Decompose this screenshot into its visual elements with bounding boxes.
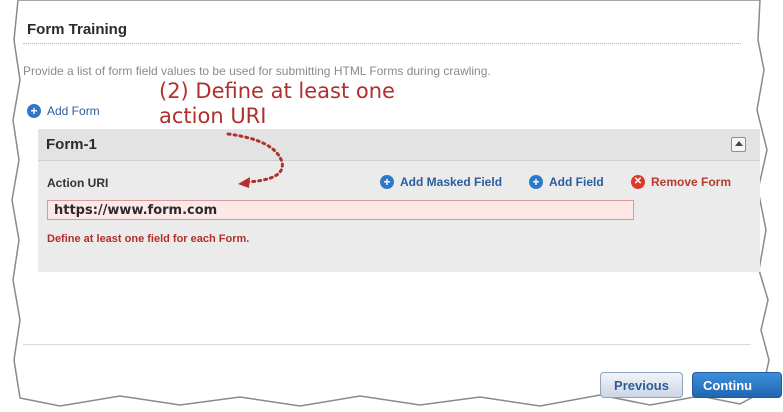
validation-error: Define at least one field for each Form. [47, 233, 250, 245]
remove-form-link[interactable]: ✕ Remove Form [631, 175, 731, 189]
plus-circle-icon: + [27, 104, 41, 118]
add-masked-field-label: Add Masked Field [400, 175, 503, 189]
remove-form-label: Remove Form [651, 175, 732, 189]
form-header: Form-1 [38, 129, 760, 161]
annotation-callout: (2) Define at least one action URI [159, 79, 395, 128]
continue-button[interactable]: Continu [692, 372, 782, 398]
plus-circle-icon: + [380, 175, 394, 189]
form-panel: Form-1 Action URI + Add Masked Field + A… [38, 129, 760, 272]
add-masked-field-link[interactable]: + Add Masked Field [380, 175, 502, 189]
section-title: Form Training [27, 21, 128, 38]
form-name: Form-1 [46, 136, 97, 153]
action-uri-label: Action URI [47, 176, 109, 190]
x-circle-icon: ✕ [631, 175, 645, 189]
collapse-up-icon[interactable] [731, 137, 746, 152]
add-form-label: Add Form [47, 104, 100, 118]
previous-button[interactable]: Previous [600, 372, 683, 398]
add-field-label: Add Field [549, 175, 604, 189]
footer-divider [23, 344, 751, 345]
add-form-link[interactable]: + Add Form [27, 104, 100, 118]
title-divider [23, 43, 741, 44]
section-description: Provide a list of form field values to b… [23, 64, 491, 78]
action-uri-input[interactable] [47, 200, 634, 220]
plus-circle-icon: + [529, 175, 543, 189]
add-field-link[interactable]: + Add Field [529, 175, 604, 189]
